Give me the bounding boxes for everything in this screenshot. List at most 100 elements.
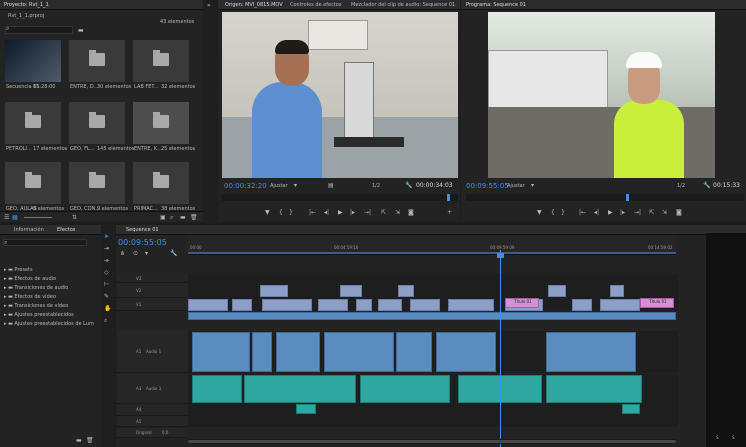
pen-tool-icon[interactable]: ✎ (104, 293, 109, 300)
new-item-icon[interactable]: ▣ (160, 214, 166, 221)
tab-sequence[interactable]: Sequence 01 (126, 227, 159, 233)
title-clip[interactable]: Título 01 (640, 298, 674, 308)
project-item-thumbnail[interactable] (69, 102, 125, 144)
audio-clip[interactable] (546, 332, 636, 372)
timeline-scrollbar[interactable] (188, 439, 676, 444)
audio-clip[interactable] (324, 332, 394, 372)
playhead-handle[interactable] (497, 253, 504, 258)
add-button-icon[interactable]: + (447, 209, 452, 216)
master-track-header[interactable]: Original 0,0 (116, 428, 188, 438)
wrench-icon[interactable]: 🔧 (405, 182, 412, 189)
project-item-thumbnail[interactable] (69, 40, 125, 82)
razor-tool-icon[interactable]: ◇ (104, 269, 109, 276)
source-fit-select[interactable]: Ajustar (270, 183, 288, 189)
audio-clip[interactable] (360, 375, 450, 403)
camera-icon[interactable]: ◙ (408, 209, 414, 216)
go-to-in-icon[interactable]: |← (579, 209, 586, 216)
sort-icon[interactable]: ⇅ (72, 214, 77, 221)
zoom-tool-icon[interactable]: ⌕ (104, 317, 107, 325)
video-clip[interactable] (448, 299, 494, 311)
extract-icon[interactable]: ⇲ (662, 209, 667, 216)
video-clip[interactable] (188, 312, 676, 320)
track-header-v2[interactable]: V2 (116, 283, 188, 298)
tab-audio-mixer[interactable]: Mezclador del clip de audio: Sequence 01 (351, 2, 455, 8)
tab-info[interactable]: Información (14, 227, 44, 233)
track-header-a1[interactable]: A1 Audio 1 (116, 331, 188, 373)
program-scrub-bar[interactable] (466, 194, 744, 201)
go-to-out-icon[interactable]: →| (634, 209, 641, 216)
project-item-thumbnail[interactable] (133, 40, 189, 82)
audio-clip[interactable] (244, 375, 356, 403)
timeline-timecode[interactable]: 00:09:55:05 (118, 238, 167, 247)
mark-in-icon[interactable]: { (279, 209, 283, 216)
video-clip[interactable] (232, 299, 252, 311)
slip-tool-icon[interactable]: ⊢ (104, 281, 109, 288)
source-video-frame[interactable] (222, 12, 458, 178)
export-frame-icon[interactable]: ▤ (328, 182, 334, 189)
audio-clip[interactable] (436, 332, 496, 372)
video-clip[interactable] (188, 299, 228, 311)
source-scrub-bar[interactable] (222, 194, 458, 201)
go-to-in-icon[interactable]: |← (309, 209, 316, 216)
audio-clip[interactable] (546, 375, 642, 403)
program-playhead[interactable] (626, 194, 629, 201)
source-timecode[interactable]: 00:00:32:20 (224, 182, 267, 190)
project-item-thumbnail[interactable] (69, 162, 125, 204)
delete-icon[interactable]: 🗑 (86, 437, 94, 444)
find-icon[interactable]: ⌕ (170, 214, 173, 222)
video-clip[interactable] (356, 299, 372, 311)
audio-clip[interactable] (396, 332, 432, 372)
list-view-icon[interactable]: ☰ (4, 214, 9, 221)
video-clip[interactable] (410, 299, 440, 311)
track-row-v3[interactable] (188, 274, 678, 283)
effects-search-input[interactable] (3, 239, 87, 246)
source-resolution-select[interactable]: 1/2 (372, 183, 380, 189)
project-item-thumbnail[interactable] (133, 162, 189, 204)
settings-icon[interactable]: 🔧 (170, 250, 177, 257)
video-clip[interactable] (600, 299, 640, 311)
delete-icon[interactable]: 🗑 (190, 214, 198, 221)
video-clip[interactable] (610, 285, 624, 297)
tab-effect-controls[interactable]: Controles de efectos (290, 2, 341, 8)
new-bin-icon[interactable]: ▬ (78, 27, 84, 34)
linked-selection-icon[interactable]: ⊙ (133, 250, 138, 257)
program-video-frame[interactable] (488, 12, 715, 178)
play-icon[interactable]: ▶ (338, 209, 343, 216)
audio-clip[interactable] (276, 332, 320, 372)
project-tab[interactable]: Proyecto: Rvt_1_1 (4, 2, 49, 8)
track-header-v3[interactable]: V3 (116, 274, 188, 283)
folder-icon[interactable]: ▬ (180, 214, 186, 221)
step-forward-icon[interactable]: |▸ (620, 209, 625, 216)
track-header-v1[interactable]: V1 (116, 298, 188, 311)
track-header-a5[interactable]: A5 (116, 416, 188, 427)
track-row-a5[interactable] (188, 416, 678, 427)
solo-button[interactable]: S (732, 435, 735, 440)
tab-source[interactable]: Origen: MVI_0815.MOV (225, 2, 283, 8)
video-clip[interactable] (378, 299, 402, 311)
audio-clip[interactable] (252, 332, 272, 372)
wrench-icon[interactable]: 🔧 (703, 182, 710, 189)
tab-program[interactable]: Programa: Sequence 01 (466, 2, 526, 8)
video-clip[interactable] (548, 285, 566, 297)
hand-tool-icon[interactable]: ✋ (104, 305, 111, 312)
project-item-thumbnail[interactable] (5, 102, 61, 144)
project-search-input[interactable] (5, 26, 73, 34)
audio-clip[interactable] (622, 404, 640, 414)
mark-out-icon[interactable]: } (561, 209, 565, 216)
time-ruler[interactable]: 00:00 00:04:59:16 00:09:59:09 00:14:59:0… (188, 237, 676, 255)
play-icon[interactable]: ▶ (608, 209, 613, 216)
work-area-bar[interactable] (188, 252, 676, 254)
ripple-edit-icon[interactable]: ⟛ (104, 257, 109, 265)
program-timecode[interactable]: 00:09:55:05 (466, 182, 509, 190)
video-clip[interactable] (318, 299, 348, 311)
effects-folder-item[interactable]: ▸ ▬ Ajustes preestablecidos de Lum (4, 310, 94, 329)
video-clip[interactable] (572, 299, 592, 311)
program-resolution-select[interactable]: 1/2 (677, 183, 685, 189)
mark-out-icon[interactable]: } (289, 209, 293, 216)
project-item-thumbnail[interactable] (133, 102, 189, 144)
audio-clip[interactable] (192, 332, 250, 372)
icon-view-icon[interactable]: ▦ (12, 214, 18, 221)
track-header-a3[interactable]: A3 Audio 3 (116, 374, 188, 404)
title-clip[interactable]: Título 01 (505, 298, 539, 308)
project-item-thumbnail[interactable] (5, 162, 61, 204)
